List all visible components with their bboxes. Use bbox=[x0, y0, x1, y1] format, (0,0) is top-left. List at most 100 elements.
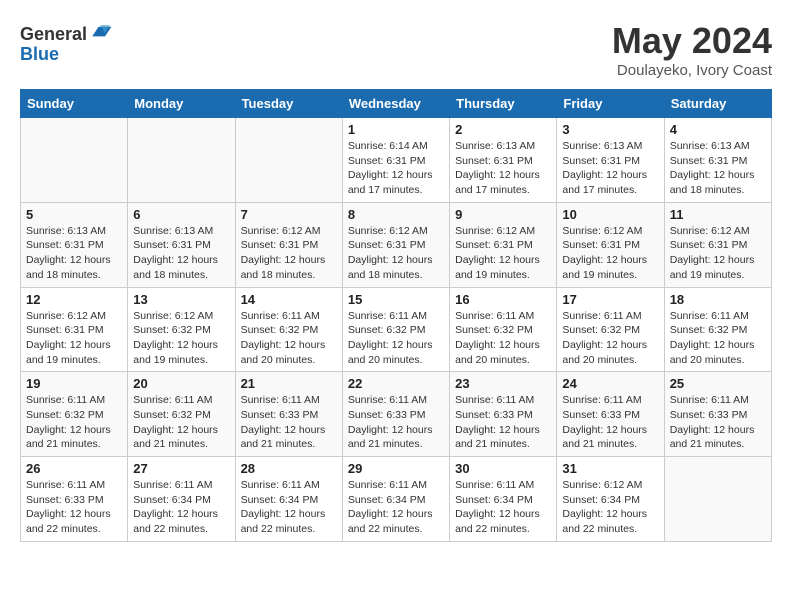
day-info: Sunrise: 6:11 AM Sunset: 6:33 PM Dayligh… bbox=[26, 478, 122, 537]
day-info: Sunrise: 6:11 AM Sunset: 6:33 PM Dayligh… bbox=[670, 393, 766, 452]
day-info: Sunrise: 6:11 AM Sunset: 6:32 PM Dayligh… bbox=[562, 309, 658, 368]
day-number: 10 bbox=[562, 207, 658, 222]
day-number: 26 bbox=[26, 461, 122, 476]
day-number: 11 bbox=[670, 207, 766, 222]
calendar-location: Doulayeko, Ivory Coast bbox=[612, 62, 772, 79]
column-header-friday: Friday bbox=[557, 90, 664, 118]
calendar-cell: 10Sunrise: 6:12 AM Sunset: 6:31 PM Dayli… bbox=[557, 202, 664, 287]
calendar-cell: 3Sunrise: 6:13 AM Sunset: 6:31 PM Daylig… bbox=[557, 118, 664, 203]
day-info: Sunrise: 6:11 AM Sunset: 6:33 PM Dayligh… bbox=[348, 393, 444, 452]
day-info: Sunrise: 6:12 AM Sunset: 6:31 PM Dayligh… bbox=[348, 224, 444, 283]
day-number: 17 bbox=[562, 292, 658, 307]
logo: General Blue bbox=[20, 20, 113, 65]
day-number: 12 bbox=[26, 292, 122, 307]
calendar-week-4: 19 Sunrise: 6:11 AM Sunset: 6:32 PM Dayli… bbox=[21, 372, 772, 457]
day-number: 2 bbox=[455, 122, 551, 137]
calendar-table: SundayMondayTuesdayWednesdayThursdayFrid… bbox=[20, 89, 772, 542]
day-info: Sunrise: 6:12 AM Sunset: 6:31 PM Dayligh… bbox=[26, 309, 122, 368]
calendar-week-1: 1 Sunrise: 6:14 AM Sunset: 6:31 PM Daylig… bbox=[21, 118, 772, 203]
calendar-cell bbox=[128, 118, 235, 203]
day-info: Sunrise: 6:13 AM Sunset: 6:31 PM Dayligh… bbox=[455, 139, 551, 198]
day-number: 18 bbox=[670, 292, 766, 307]
day-number: 5 bbox=[26, 207, 122, 222]
calendar-cell: 25 Sunrise: 6:11 AM Sunset: 6:33 PM Dayli… bbox=[664, 372, 771, 457]
day-number: 29 bbox=[348, 461, 444, 476]
day-number: 13 bbox=[133, 292, 229, 307]
day-info: Sunrise: 6:13 AM Sunset: 6:31 PM Dayligh… bbox=[670, 139, 766, 198]
day-number: 14 bbox=[241, 292, 337, 307]
day-info: Sunrise: 6:11 AM Sunset: 6:33 PM Dayligh… bbox=[241, 393, 337, 452]
day-number: 28 bbox=[241, 461, 337, 476]
column-header-sunday: Sunday bbox=[21, 90, 128, 118]
calendar-cell bbox=[664, 457, 771, 542]
calendar-cell: 5Sunrise: 6:13 AM Sunset: 6:31 PM Daylig… bbox=[21, 202, 128, 287]
calendar-cell: 8 Sunrise: 6:12 AM Sunset: 6:31 PM Daylig… bbox=[342, 202, 449, 287]
day-number: 21 bbox=[241, 376, 337, 391]
day-number: 30 bbox=[455, 461, 551, 476]
day-number: 22 bbox=[348, 376, 444, 391]
calendar-cell: 18Sunrise: 6:11 AM Sunset: 6:32 PM Dayli… bbox=[664, 287, 771, 372]
day-number: 9 bbox=[455, 207, 551, 222]
day-number: 27 bbox=[133, 461, 229, 476]
day-info: Sunrise: 6:12 AM Sunset: 6:31 PM Dayligh… bbox=[241, 224, 337, 283]
day-number: 25 bbox=[670, 376, 766, 391]
page-header: General Blue May 2024 Doulayeko, Ivory C… bbox=[20, 20, 772, 79]
calendar-cell: 28 Sunrise: 6:11 AM Sunset: 6:34 PM Dayli… bbox=[235, 457, 342, 542]
day-number: 23 bbox=[455, 376, 551, 391]
calendar-week-5: 26 Sunrise: 6:11 AM Sunset: 6:33 PM Dayli… bbox=[21, 457, 772, 542]
calendar-cell: 21 Sunrise: 6:11 AM Sunset: 6:33 PM Dayli… bbox=[235, 372, 342, 457]
day-info: Sunrise: 6:11 AM Sunset: 6:34 PM Dayligh… bbox=[455, 478, 551, 537]
column-header-wednesday: Wednesday bbox=[342, 90, 449, 118]
day-number: 20 bbox=[133, 376, 229, 391]
logo-blue: Blue bbox=[20, 44, 59, 64]
calendar-cell: 17 Sunrise: 6:11 AM Sunset: 6:32 PM Dayli… bbox=[557, 287, 664, 372]
calendar-cell: 7 Sunrise: 6:12 AM Sunset: 6:31 PM Daylig… bbox=[235, 202, 342, 287]
day-info: Sunrise: 6:12 AM Sunset: 6:31 PM Dayligh… bbox=[670, 224, 766, 283]
calendar-cell: 16Sunrise: 6:11 AM Sunset: 6:32 PM Dayli… bbox=[450, 287, 557, 372]
day-number: 8 bbox=[348, 207, 444, 222]
day-info: Sunrise: 6:11 AM Sunset: 6:34 PM Dayligh… bbox=[241, 478, 337, 537]
day-number: 15 bbox=[348, 292, 444, 307]
calendar-cell: 30 Sunrise: 6:11 AM Sunset: 6:34 PM Dayli… bbox=[450, 457, 557, 542]
calendar-cell: 29 Sunrise: 6:11 AM Sunset: 6:34 PM Dayli… bbox=[342, 457, 449, 542]
day-number: 1 bbox=[348, 122, 444, 137]
calendar-cell: 26 Sunrise: 6:11 AM Sunset: 6:33 PM Dayli… bbox=[21, 457, 128, 542]
column-header-tuesday: Tuesday bbox=[235, 90, 342, 118]
day-info: Sunrise: 6:13 AM Sunset: 6:31 PM Dayligh… bbox=[562, 139, 658, 198]
day-info: Sunrise: 6:11 AM Sunset: 6:32 PM Dayligh… bbox=[348, 309, 444, 368]
calendar-cell bbox=[235, 118, 342, 203]
day-info: Sunrise: 6:11 AM Sunset: 6:32 PM Dayligh… bbox=[455, 309, 551, 368]
day-number: 6 bbox=[133, 207, 229, 222]
calendar-cell: 1 Sunrise: 6:14 AM Sunset: 6:31 PM Daylig… bbox=[342, 118, 449, 203]
calendar-cell: 9 Sunrise: 6:12 AM Sunset: 6:31 PM Daylig… bbox=[450, 202, 557, 287]
logo-icon bbox=[89, 20, 113, 40]
calendar-cell: 22 Sunrise: 6:11 AM Sunset: 6:33 PM Dayli… bbox=[342, 372, 449, 457]
calendar-cell: 27Sunrise: 6:11 AM Sunset: 6:34 PM Dayli… bbox=[128, 457, 235, 542]
column-header-saturday: Saturday bbox=[664, 90, 771, 118]
day-info: Sunrise: 6:12 AM Sunset: 6:32 PM Dayligh… bbox=[133, 309, 229, 368]
calendar-cell: 12 Sunrise: 6:12 AM Sunset: 6:31 PM Dayli… bbox=[21, 287, 128, 372]
calendar-cell: 23 Sunrise: 6:11 AM Sunset: 6:33 PM Dayli… bbox=[450, 372, 557, 457]
calendar-cell: 4 Sunrise: 6:13 AM Sunset: 6:31 PM Daylig… bbox=[664, 118, 771, 203]
calendar-cell: 15 Sunrise: 6:11 AM Sunset: 6:32 PM Dayli… bbox=[342, 287, 449, 372]
day-number: 31 bbox=[562, 461, 658, 476]
day-number: 7 bbox=[241, 207, 337, 222]
calendar-cell: 19 Sunrise: 6:11 AM Sunset: 6:32 PM Dayli… bbox=[21, 372, 128, 457]
day-info: Sunrise: 6:11 AM Sunset: 6:33 PM Dayligh… bbox=[455, 393, 551, 452]
calendar-cell: 24Sunrise: 6:11 AM Sunset: 6:33 PM Dayli… bbox=[557, 372, 664, 457]
calendar-cell: 13 Sunrise: 6:12 AM Sunset: 6:32 PM Dayli… bbox=[128, 287, 235, 372]
day-number: 19 bbox=[26, 376, 122, 391]
calendar-header-row: SundayMondayTuesdayWednesdayThursdayFrid… bbox=[21, 90, 772, 118]
day-info: Sunrise: 6:11 AM Sunset: 6:33 PM Dayligh… bbox=[562, 393, 658, 452]
day-info: Sunrise: 6:14 AM Sunset: 6:31 PM Dayligh… bbox=[348, 139, 444, 198]
calendar-cell: 20Sunrise: 6:11 AM Sunset: 6:32 PM Dayli… bbox=[128, 372, 235, 457]
calendar-cell: 2 Sunrise: 6:13 AM Sunset: 6:31 PM Daylig… bbox=[450, 118, 557, 203]
calendar-cell: 14Sunrise: 6:11 AM Sunset: 6:32 PM Dayli… bbox=[235, 287, 342, 372]
column-header-monday: Monday bbox=[128, 90, 235, 118]
day-number: 4 bbox=[670, 122, 766, 137]
day-info: Sunrise: 6:13 AM Sunset: 6:31 PM Dayligh… bbox=[133, 224, 229, 283]
day-info: Sunrise: 6:11 AM Sunset: 6:34 PM Dayligh… bbox=[348, 478, 444, 537]
day-info: Sunrise: 6:12 AM Sunset: 6:31 PM Dayligh… bbox=[455, 224, 551, 283]
day-info: Sunrise: 6:11 AM Sunset: 6:32 PM Dayligh… bbox=[26, 393, 122, 452]
logo-general: General bbox=[20, 24, 87, 44]
